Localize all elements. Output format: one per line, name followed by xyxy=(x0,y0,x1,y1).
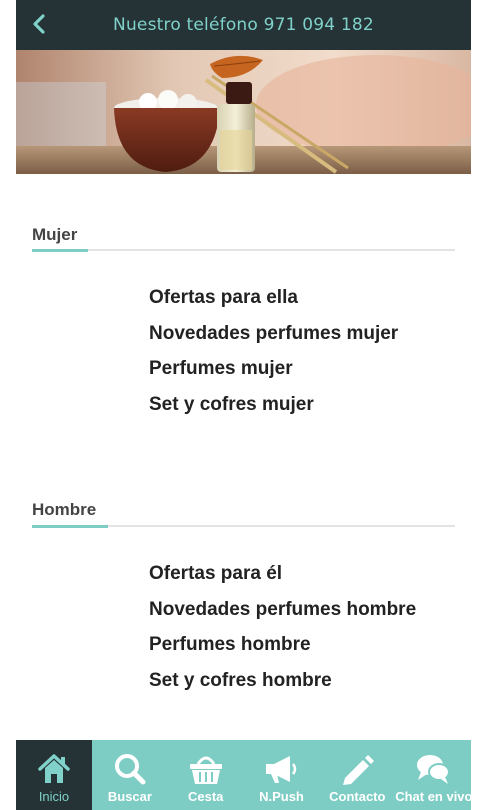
tab-label: Buscar xyxy=(107,789,152,804)
home-icon xyxy=(38,754,70,783)
megaphone-icon xyxy=(266,756,297,783)
tab-label: Chat en vivo xyxy=(395,789,471,804)
link-perfumes-hombre[interactable]: Perfumes hombre xyxy=(149,627,416,663)
link-ofertas-el[interactable]: Ofertas para él xyxy=(149,556,416,592)
section-accent-bar xyxy=(32,249,88,252)
link-set-cofres-hombre[interactable]: Set y cofres hombre xyxy=(149,663,416,699)
link-novedades-hombre[interactable]: Novedades perfumes hombre xyxy=(149,592,416,628)
tab-label: N.Push xyxy=(259,789,304,804)
section-divider-hombre xyxy=(32,525,455,528)
link-novedades-mujer[interactable]: Novedades perfumes mujer xyxy=(149,316,398,352)
tab-cesta[interactable]: Cesta xyxy=(168,740,244,810)
hombre-link-list: Ofertas para él Novedades perfumes hombr… xyxy=(149,556,416,698)
hero-banner-image xyxy=(16,50,471,174)
section-accent-bar xyxy=(32,525,108,528)
tab-contacto[interactable]: Contacto xyxy=(319,740,395,810)
top-bar: Nuestro teléfono 971 094 182 xyxy=(16,0,471,50)
link-perfumes-mujer[interactable]: Perfumes mujer xyxy=(149,351,398,387)
mujer-link-list: Ofertas para ella Novedades perfumes muj… xyxy=(149,280,398,422)
tab-label: Cesta xyxy=(187,789,224,804)
chat-icon xyxy=(417,755,451,784)
app-screen: Nuestro teléfono 971 094 182 Mujer Ofert… xyxy=(16,0,471,810)
tab-label: Contacto xyxy=(329,789,386,804)
phone-title[interactable]: Nuestro teléfono 971 094 182 xyxy=(16,15,471,35)
section-title-hombre: Hombre xyxy=(32,500,97,519)
tab-chat[interactable]: Chat en vivo xyxy=(395,740,471,810)
pencil-icon xyxy=(343,755,375,785)
search-icon xyxy=(114,754,146,785)
section-title-mujer: Mujer xyxy=(32,225,78,244)
bottom-tab-bar: Inicio Buscar Cesta N.Push Contacto Chat… xyxy=(16,740,471,810)
section-divider-mujer xyxy=(32,249,455,252)
basket-icon xyxy=(189,756,222,784)
tab-inicio[interactable]: Inicio xyxy=(16,740,92,810)
tab-buscar[interactable]: Buscar xyxy=(92,740,168,810)
link-set-cofres-mujer[interactable]: Set y cofres mujer xyxy=(149,387,398,423)
tab-label: Inicio xyxy=(38,789,70,804)
link-ofertas-ella[interactable]: Ofertas para ella xyxy=(149,280,398,316)
tab-npush[interactable]: N.Push xyxy=(244,740,320,810)
